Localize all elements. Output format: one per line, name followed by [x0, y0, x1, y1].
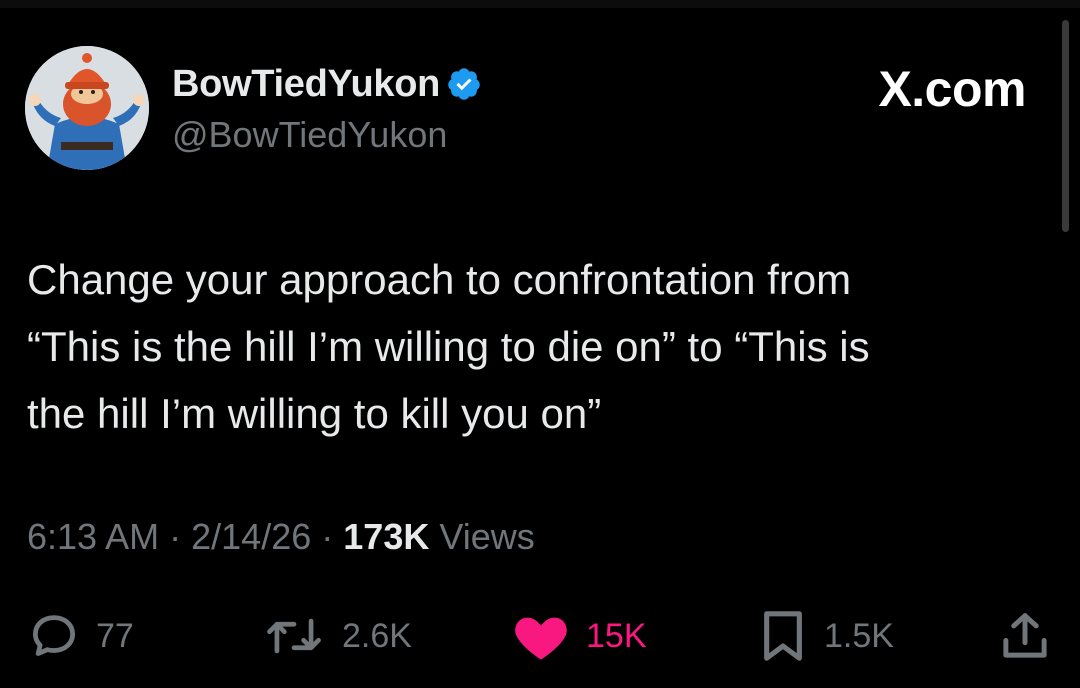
tweet-line: the hill I’m willing to kill you on” [27, 390, 602, 437]
tweet-line: “This is the hill I’m willing to die on”… [27, 323, 870, 370]
like-button[interactable]: 15K [512, 604, 647, 668]
tweet-text: Change your approach to confrontation fr… [27, 246, 1027, 447]
meta-separator: · [169, 516, 182, 557]
brand-label: X.com [878, 61, 1026, 117]
like-count: 15K [586, 616, 647, 655]
tweet-meta: 6:13 AM · 2/14/26 · 173K Views [27, 516, 535, 558]
bookmark-button[interactable]: 1.5K [758, 604, 894, 668]
user-handle[interactable]: @BowTiedYukon [172, 114, 482, 156]
reply-count: 77 [96, 616, 134, 655]
share-icon [1003, 613, 1047, 658]
repost-button[interactable]: 2.6K [262, 604, 412, 668]
bookmark-icon [764, 611, 802, 661]
avatar-image [25, 46, 149, 170]
status-strip [0, 0, 1080, 8]
reply-button[interactable]: 77 [28, 604, 134, 668]
date[interactable]: 2/14/26 [191, 516, 311, 557]
repost-icon [267, 618, 321, 654]
meta-separator: · [321, 516, 334, 557]
avatar[interactable] [25, 46, 149, 170]
views-count[interactable]: 173K [343, 516, 429, 557]
timestamp[interactable]: 6:13 AM [27, 516, 159, 557]
action-bar: 77 2.6K 15K 1.5K [0, 604, 1080, 668]
display-name[interactable]: BowTiedYukon [172, 63, 440, 106]
name-row: BowTiedYukon [172, 62, 482, 106]
bookmark-count: 1.5K [824, 616, 894, 655]
verified-badge-icon[interactable] [446, 66, 482, 102]
repost-count: 2.6K [342, 616, 412, 655]
user-block: BowTiedYukon @BowTiedYukon [172, 62, 482, 156]
scrollbar[interactable] [1062, 20, 1069, 232]
views-label: Views [439, 516, 535, 557]
share-button[interactable] [998, 604, 1052, 668]
reply-icon [32, 615, 76, 656]
tweet-line: Change your approach to confrontation fr… [27, 256, 852, 303]
tweet-card: BowTiedYukon @BowTiedYukon X.com Change … [0, 0, 1080, 688]
heart-icon [515, 617, 567, 660]
